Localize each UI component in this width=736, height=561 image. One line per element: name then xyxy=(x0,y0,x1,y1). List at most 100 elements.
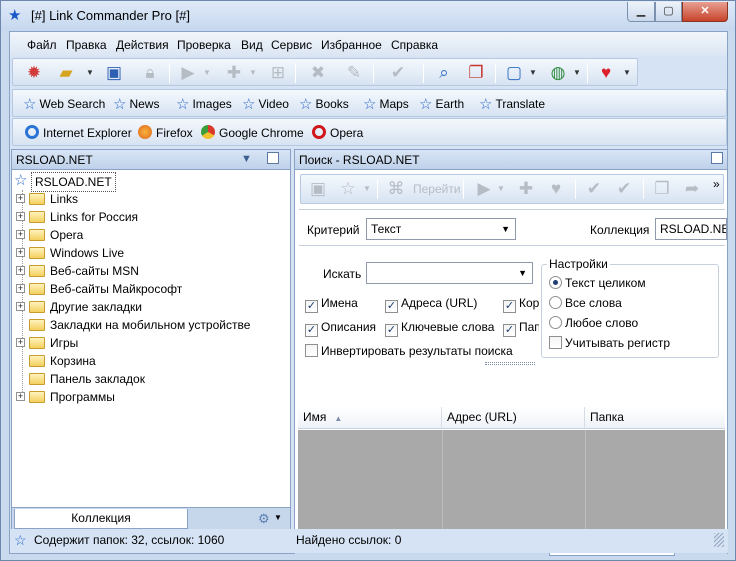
play-dropdown-icon[interactable]: ▼ xyxy=(203,64,211,82)
resize-grip-icon[interactable] xyxy=(714,533,724,547)
chevron-down-icon: ▼ xyxy=(501,224,510,234)
expand-icon[interactable]: + xyxy=(16,194,25,203)
add-icon[interactable]: ✚ xyxy=(223,62,245,84)
delete-icon[interactable]: ✖ xyxy=(307,62,329,84)
menu-tools[interactable]: Сервис xyxy=(271,38,312,52)
menu-actions[interactable]: Действия xyxy=(116,38,169,52)
menu-help[interactable]: Справка xyxy=(391,38,438,52)
column-name[interactable]: Имя ▲ xyxy=(298,407,442,429)
minimize-button[interactable]: ▁ xyxy=(627,2,655,22)
search-input[interactable]: ▼ xyxy=(366,262,533,284)
binoculars-icon[interactable]: ⌘ xyxy=(385,178,407,200)
globe-dropdown-icon[interactable]: ▼ xyxy=(573,64,581,82)
expand-icon[interactable]: + xyxy=(16,284,25,293)
link-news[interactable]: ☆ News xyxy=(113,95,159,113)
open-folder-icon[interactable]: ▰ xyxy=(55,62,77,84)
find-duplicates-icon[interactable]: ❐ xyxy=(465,62,487,84)
globe-icon[interactable]: ◍ xyxy=(547,62,569,84)
menu-file[interactable]: Файл xyxy=(27,38,57,52)
radio-unselected-icon xyxy=(549,296,562,309)
browser-google-chrome[interactable]: Google Chrome xyxy=(201,125,304,140)
column-folder[interactable]: Папка xyxy=(585,407,725,429)
menu-favorites[interactable]: Избранное xyxy=(321,38,382,52)
expand-icon[interactable]: + xyxy=(16,302,25,311)
maximize-button[interactable]: ▢ xyxy=(655,2,682,22)
panel-maximize-icon[interactable] xyxy=(711,152,723,164)
folder-icon xyxy=(29,211,45,223)
edit-icon[interactable]: ✎ xyxy=(343,62,365,84)
link-web-search[interactable]: ☆ Web Search xyxy=(23,95,105,113)
view-dropdown-icon[interactable]: ▼ xyxy=(529,64,537,82)
go-button[interactable]: Перейти xyxy=(413,182,461,196)
check-icon[interactable]: ✔ xyxy=(583,178,605,200)
link-books[interactable]: ☆ Books xyxy=(299,95,349,113)
gear-dropdown-icon[interactable]: ▼ xyxy=(274,513,282,522)
new-collection-icon[interactable]: ✹ xyxy=(23,62,45,84)
check-icon[interactable]: ✔ xyxy=(387,62,409,84)
add-folder-icon[interactable]: ⊞ xyxy=(267,62,289,84)
save-icon[interactable]: ▣ xyxy=(307,178,329,200)
radio-whole-text[interactable]: Текст целиком xyxy=(549,276,646,290)
check-names[interactable]: ✓ Имена xyxy=(305,296,358,313)
radio-all-words[interactable]: Все слова xyxy=(549,296,622,310)
expand-icon[interactable]: + xyxy=(16,248,25,257)
menu-edit[interactable]: Правка xyxy=(66,38,107,52)
view-icon[interactable]: ▢ xyxy=(503,62,525,84)
check-keywords[interactable]: ✓ Ключевые слова xyxy=(385,320,494,337)
browser-opera[interactable]: Opera xyxy=(312,125,363,140)
link-translate[interactable]: ☆ Translate xyxy=(479,95,545,113)
expand-icon[interactable]: + xyxy=(16,212,25,221)
check-urls[interactable]: ✓ Адреса (URL) xyxy=(385,296,477,313)
menu-check[interactable]: Проверка xyxy=(177,38,231,52)
check-comments[interactable]: ✓ Кор xyxy=(503,296,539,313)
link-earth[interactable]: ☆ Earth xyxy=(419,95,464,113)
check-invert[interactable]: Инвертировать результаты поиска xyxy=(305,344,513,358)
lock-icon[interactable]: 🔒︎ xyxy=(139,62,161,84)
checkbox-checked-icon: ✓ xyxy=(305,324,318,337)
play-icon[interactable]: ▶ xyxy=(177,62,199,84)
link-video[interactable]: ☆ Video xyxy=(242,95,289,113)
browser-internet-explorer[interactable]: Internet Explorer xyxy=(25,125,132,140)
star-dropdown-icon[interactable]: ▼ xyxy=(363,180,371,198)
link-images[interactable]: ☆ Images xyxy=(176,95,232,113)
radio-any-word[interactable]: Любое слово xyxy=(549,316,638,330)
filter-icon[interactable]: ▼ xyxy=(241,153,252,165)
add-dropdown-icon[interactable]: ▼ xyxy=(249,64,257,82)
expand-icon[interactable]: + xyxy=(16,338,25,347)
play-dropdown-icon[interactable]: ▼ xyxy=(497,180,505,198)
expand-icon[interactable]: + xyxy=(16,266,25,275)
window-title: [#] Link Commander Pro [#] xyxy=(31,8,190,23)
collection-select[interactable]: RSLOAD.NET xyxy=(655,218,727,240)
more-chevron-icon[interactable]: » xyxy=(713,177,720,191)
play-icon[interactable]: ▶ xyxy=(473,178,495,200)
panel-maximize-icon[interactable] xyxy=(267,152,279,164)
check-folders[interactable]: ✓ Пап xyxy=(503,320,539,337)
add-icon[interactable]: ✚ xyxy=(515,178,537,200)
tab-collection[interactable]: Коллекция xyxy=(14,509,188,529)
toolbar-separator xyxy=(643,179,644,199)
criterion-select[interactable]: Текст ▼ xyxy=(366,218,516,240)
link-maps[interactable]: ☆ Maps xyxy=(363,95,409,113)
splitter-grip[interactable] xyxy=(485,362,535,365)
search-icon[interactable]: ⌕ xyxy=(433,62,455,84)
check-descriptions[interactable]: ✓ Описания xyxy=(305,320,376,337)
check-all-icon[interactable]: ✔ xyxy=(613,178,635,200)
close-button[interactable]: ✕ xyxy=(682,2,728,22)
save-icon[interactable]: ▣ xyxy=(103,62,125,84)
browser-firefox[interactable]: Firefox xyxy=(138,125,193,140)
open-dropdown-icon[interactable]: ▼ xyxy=(86,64,94,82)
heart-dropdown-icon[interactable]: ▼ xyxy=(623,64,631,82)
move-icon[interactable]: ➦ xyxy=(681,178,703,200)
heart-icon[interactable]: ♥ xyxy=(595,62,617,84)
menu-view[interactable]: Вид xyxy=(241,38,263,52)
expand-icon[interactable]: + xyxy=(16,392,25,401)
toolbar-separator xyxy=(169,63,170,83)
copy-icon[interactable]: ❐ xyxy=(651,178,673,200)
expand-icon[interactable]: + xyxy=(16,230,25,239)
favorite-star-icon[interactable]: ☆ xyxy=(337,178,359,200)
gear-icon[interactable]: ⚙ xyxy=(258,511,270,527)
column-url[interactable]: Адрес (URL) xyxy=(442,407,585,429)
favorite-heart-icon[interactable]: ♥ xyxy=(545,178,567,200)
results-grid-body[interactable] xyxy=(298,430,725,534)
check-case-sensitive[interactable]: Учитывать регистр xyxy=(549,336,670,350)
